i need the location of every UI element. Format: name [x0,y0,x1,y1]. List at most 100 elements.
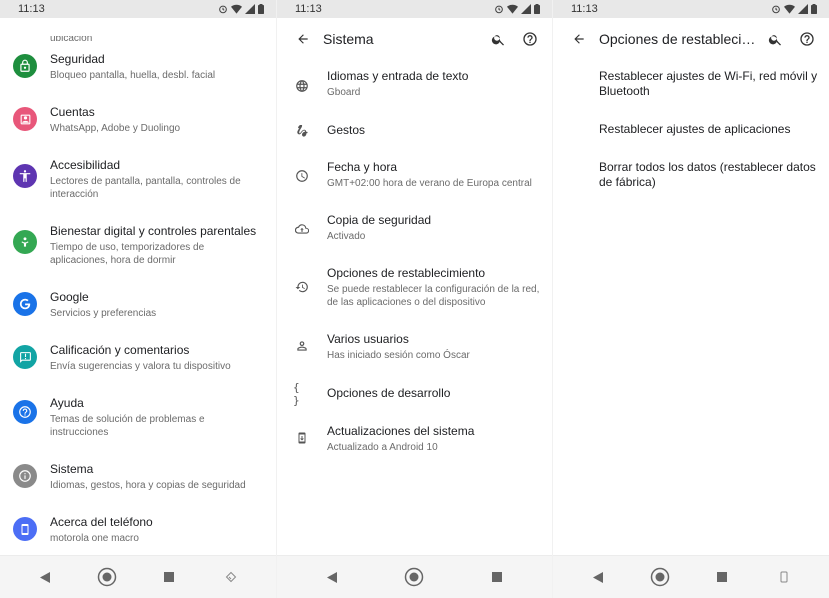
help-icon [13,400,37,424]
gesture-icon [293,122,311,140]
item-subtitle: Temas de solución de problemas e instruc… [50,414,205,438]
back-button[interactable] [563,23,595,55]
item-subtitle: Bloqueo pantalla, huella, desbl. facial [50,70,216,81]
system-item-actualizaciones[interactable]: Actualizaciones del sistema Actualizado a… [277,424,552,454]
reset-options-screen: 11:13 Opciones de restablecimiento Resta… [552,0,829,598]
home-nav-button[interactable] [92,562,122,592]
search-button[interactable] [759,23,791,55]
back-nav-button[interactable] [583,562,613,592]
settings-item-acerca[interactable]: Acerca del teléfono motorola one macro [0,515,276,545]
system-item-usuarios[interactable]: Varios usuarios Has iniciado sesión como … [277,332,552,362]
back-triangle-icon [327,571,338,583]
system-item-gestos[interactable]: Gestos [277,122,552,140]
settings-item-bienestar[interactable]: Bienestar digital y controles parentales… [0,224,276,267]
rotate-icon [225,571,237,583]
item-subtitle: Activado [327,231,366,242]
battery-icon [811,4,817,14]
signal-icon [798,4,808,14]
item-title: Bienestar digital y controles parentales [50,224,257,238]
item-title: Calificación y comentarios [50,343,190,357]
system-item-restablecimiento[interactable]: Opciones de restablecimiento Se puede res… [277,266,552,309]
item-subtitle: Idiomas, gestos, hora y copias de seguri… [50,480,246,491]
lock-icon [13,54,37,78]
item-subtitle: Actualizado a Android 10 [327,442,438,453]
alarm-icon [772,5,780,14]
recents-nav-button[interactable] [707,562,737,592]
help-button[interactable] [791,23,823,55]
home-nav-button[interactable] [399,562,429,592]
wifi-icon [507,4,518,14]
alarm-icon [219,5,227,14]
help-outline-icon [800,32,814,46]
recents-square-icon [717,572,727,582]
search-icon [768,34,781,45]
item-title: Copia de seguridad [327,213,432,227]
wifi-icon [784,4,795,14]
recents-nav-button[interactable] [482,562,512,592]
settings-item-accesibilidad[interactable]: Accesibilidad Lectores de pantalla, panta… [0,158,276,201]
info-icon [13,464,37,488]
help-outline-icon [523,32,537,46]
item-title: Fecha y hora [327,160,398,174]
item-subtitle: Se puede restablecer la configuración de… [327,284,540,308]
help-button[interactable] [514,23,546,55]
item-title: Varios usuarios [327,332,409,346]
recents-square-icon [491,572,502,582]
back-triangle-icon [593,571,603,583]
account-box-icon [13,107,37,131]
system-item-idiomas[interactable]: Idiomas y entrada de texto Gboard [277,69,552,99]
back-nav-button[interactable] [317,562,347,592]
wifi-icon [231,4,242,14]
arrow-back-icon [298,34,308,44]
search-button[interactable] [482,23,514,55]
item-title: Gestos [327,123,366,137]
back-triangle-icon [40,571,50,583]
rotate-button[interactable] [216,562,246,592]
item-subtitle: Tiempo de uso, temporizadores de aplicac… [50,242,205,266]
rotate-button[interactable] [769,562,799,592]
item-subtitle: Lectores de pantalla, pantalla, controle… [50,176,241,200]
item-title: Actualizaciones del sistema [327,424,475,438]
system-item-desarrollo[interactable]: { } Opciones de desarrollo [277,381,552,407]
item-title: Idiomas y entrada de texto [327,69,469,83]
cloud-upload-icon [293,220,311,238]
status-time: 11:13 [571,3,598,15]
item-subtitle: GMT+02:00 hora de verano de Europa centr… [327,178,532,189]
recents-nav-button[interactable] [154,562,184,592]
factory-reset-option[interactable]: Borrar todos los datos (restablecer dato… [599,160,821,190]
item-title: Restablecer ajustes de aplicaciones [599,122,791,136]
system-item-fecha[interactable]: Fecha y hora GMT+02:00 hora de verano de … [277,160,552,190]
globe-icon [293,77,311,95]
settings-item-ayuda[interactable]: Ayuda Temas de solución de problemas e in… [0,396,276,439]
status-bar: 11:13 [0,0,276,18]
status-time: 11:13 [295,3,322,15]
navigation-bar [277,555,552,598]
wellbeing-icon [13,230,37,254]
settings-main-screen: ubicación Seguridad Bloqueo pantalla, hue… [0,0,276,598]
app-bar: Sistema [277,18,552,60]
signal-icon [521,4,531,14]
back-button[interactable] [287,23,319,55]
battery-icon [534,4,540,14]
item-subtitle: Envía sugerencias y valora tu dispositiv… [50,361,231,372]
settings-item-sistema[interactable]: Sistema Idiomas, gestos, hora y copias de… [0,462,276,492]
settings-item-cuentas[interactable]: Cuentas WhatsApp, Adobe y Duolingo [0,105,276,135]
page-title: Sistema [323,31,374,47]
item-title: Accesibilidad [50,158,121,172]
home-circle-icon [405,567,424,587]
back-nav-button[interactable] [30,562,60,592]
settings-item-seguridad[interactable]: Seguridad Bloqueo pantalla, huella, desbl… [0,52,276,82]
item-title: Seguridad [50,52,105,66]
system-update-icon [293,429,311,447]
search-icon [491,34,504,45]
home-nav-button[interactable] [645,562,675,592]
reset-apps-option[interactable]: Restablecer ajustes de aplicaciones [599,122,821,137]
recents-square-icon [164,572,174,582]
accessibility-icon [13,164,37,188]
system-item-copia[interactable]: Copia de seguridad Activado [277,213,552,243]
reset-network-option[interactable]: Restablecer ajustes de Wi-Fi, red móvil … [599,69,821,99]
settings-item-calificacion[interactable]: Calificación y comentarios Envía sugerenc… [0,343,276,373]
settings-item-google[interactable]: Google Servicios y preferencias [0,290,276,320]
arrow-back-icon [574,34,584,44]
clock-icon [293,167,311,185]
